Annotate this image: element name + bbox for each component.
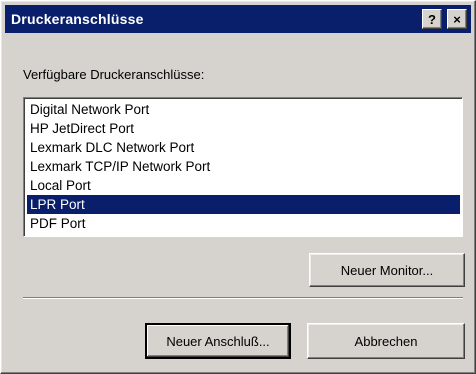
list-item-pdf-port[interactable]: PDF Port [27,214,460,233]
help-icon: ? [428,11,436,27]
close-icon: × [453,11,461,27]
list-item-lpr-port[interactable]: LPR Port [27,195,460,214]
new-monitor-button-label: Neuer Monitor... [340,262,434,278]
list-item-hp-jetdirect-port[interactable]: HP JetDirect Port [27,119,460,138]
new-monitor-button[interactable]: Neuer Monitor... [309,253,465,287]
new-port-button[interactable]: Neuer Anschluß... [145,323,291,359]
dialog-title: Druckeranschlüsse [11,11,144,27]
list-item-digital-network-port[interactable]: Digital Network Port [27,100,460,119]
cancel-button-label: Abbrechen [354,333,418,349]
cancel-button[interactable]: Abbrechen [307,323,465,359]
list-item-local-port[interactable]: Local Port [27,176,460,195]
close-button[interactable]: × [447,9,467,29]
list-item-lexmark-tcpip-port[interactable]: Lexmark TCP/IP Network Port [27,157,460,176]
printer-ports-dialog: Druckeranschlüsse ? × Verfügbare Drucker… [0,0,476,374]
help-button[interactable]: ? [422,9,442,29]
list-item-lexmark-dlc-port[interactable]: Lexmark DLC Network Port [27,138,460,157]
title-bar[interactable]: Druckeranschlüsse ? × [5,5,471,33]
new-port-button-label: Neuer Anschluß... [166,333,270,349]
separator [23,297,463,299]
available-ports-label: Verfügbare Druckeranschlüsse: [23,67,205,82]
ports-listbox[interactable]: Digital Network Port HP JetDirect Port L… [23,97,463,237]
